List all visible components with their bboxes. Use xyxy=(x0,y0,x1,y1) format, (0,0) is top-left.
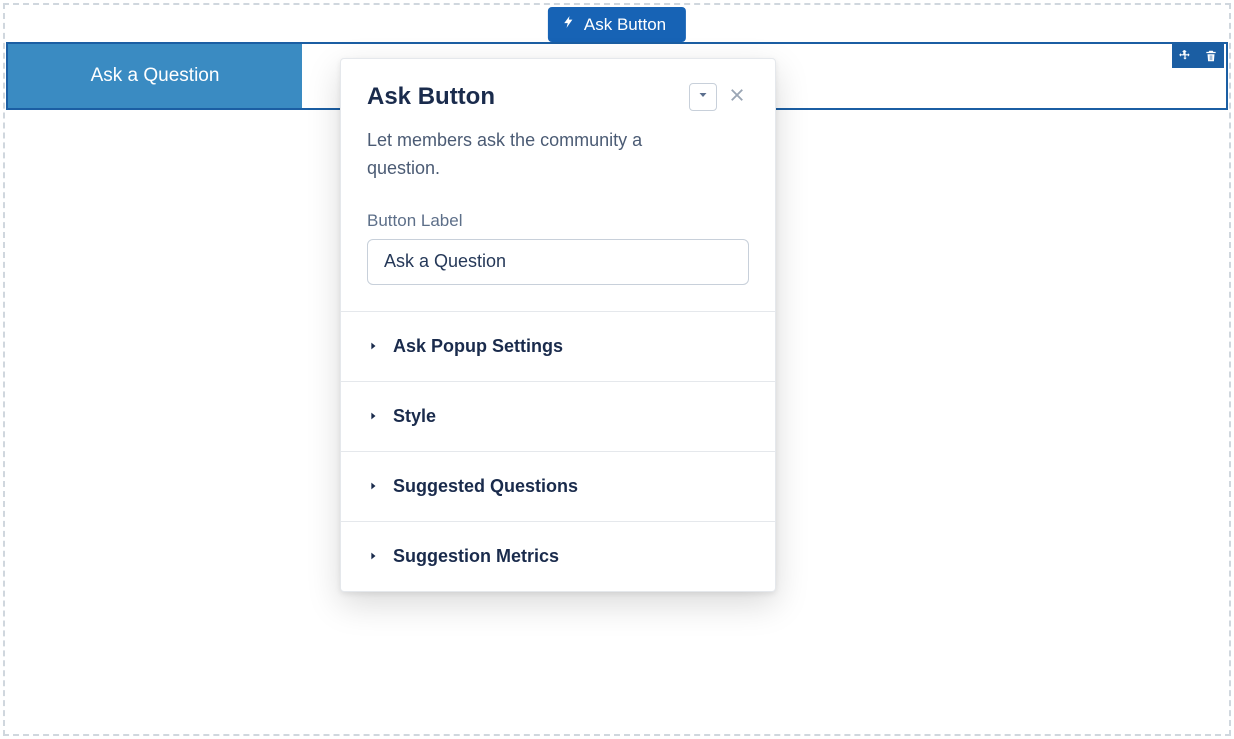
component-tag-label: Ask Button xyxy=(584,15,666,35)
panel-close-button[interactable] xyxy=(725,85,749,109)
section-style[interactable]: Style xyxy=(341,381,775,451)
delete-button[interactable] xyxy=(1198,44,1224,68)
button-label-input[interactable] xyxy=(367,239,749,285)
chevron-right-icon xyxy=(367,550,379,562)
panel-title: Ask Button xyxy=(367,83,495,111)
chevron-right-icon xyxy=(367,340,379,352)
component-action-bar xyxy=(1172,44,1224,68)
lightning-icon xyxy=(562,13,576,36)
section-label: Ask Popup Settings xyxy=(393,336,563,357)
section-label: Style xyxy=(393,406,436,427)
property-panel: Ask Button Let members ask the community… xyxy=(340,58,776,592)
ask-button-label: Ask a Question xyxy=(91,65,220,87)
close-icon xyxy=(728,86,746,109)
chevron-right-icon xyxy=(367,480,379,492)
caret-down-icon xyxy=(697,88,709,106)
section-suggestion-metrics[interactable]: Suggestion Metrics xyxy=(341,521,775,591)
chevron-right-icon xyxy=(367,410,379,422)
move-handle[interactable] xyxy=(1172,44,1198,68)
button-label-field-label: Button Label xyxy=(367,211,749,231)
panel-menu-button[interactable] xyxy=(689,83,717,111)
section-suggested-questions[interactable]: Suggested Questions xyxy=(341,451,775,521)
ask-a-question-button[interactable]: Ask a Question xyxy=(8,44,302,108)
panel-description: Let members ask the community a question… xyxy=(367,127,687,183)
component-tag: Ask Button xyxy=(548,7,686,42)
section-label: Suggested Questions xyxy=(393,476,578,497)
section-label: Suggestion Metrics xyxy=(393,546,559,567)
section-ask-popup-settings[interactable]: Ask Popup Settings xyxy=(341,311,775,381)
